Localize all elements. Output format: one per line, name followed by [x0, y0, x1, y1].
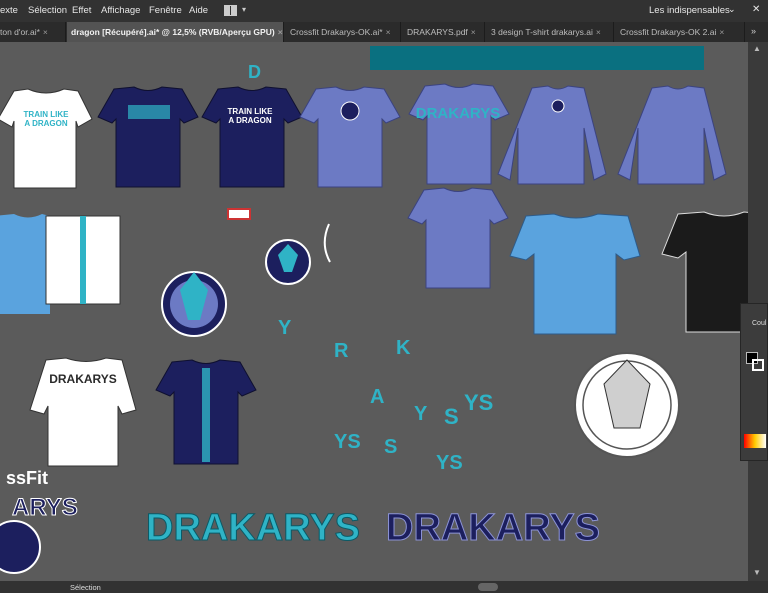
crossfit-logo-partial: ssFit ARYS [0, 468, 78, 574]
color-panel[interactable]: Coul [740, 303, 768, 461]
letter-d: D [248, 62, 261, 82]
stroke-swatch[interactable] [752, 359, 764, 371]
tabs-overflow-icon[interactable]: » [751, 26, 756, 36]
tab-3-design[interactable]: 3 design T-shirt drakarys.ai × [486, 22, 614, 42]
tshirt-white-train [0, 88, 93, 189]
shorts-white [45, 215, 121, 305]
tab-label: Crossfit Drakarys-OK.ai* [290, 27, 383, 37]
menu-aide[interactable]: Aide [189, 5, 208, 16]
tshirt-periwinkle-badge [299, 86, 401, 188]
menu-effet[interactable]: Effet [72, 5, 91, 16]
letter-a: A [370, 386, 384, 408]
close-icon[interactable]: × [719, 27, 724, 37]
scroll-down-icon[interactable]: ▼ [753, 568, 761, 577]
drakarys-white-shirt: DRAKARYS [49, 372, 117, 386]
tab-ton-dor[interactable]: ton d'or.ai* × [0, 22, 66, 42]
letters-ys-1: YS [464, 390, 493, 415]
dragon-badge-small [265, 239, 311, 285]
chevron-down-icon[interactable]: ▾ [242, 5, 246, 14]
train-text-1: TRAIN LIKE [24, 110, 70, 119]
dragon-line-badge [574, 352, 680, 458]
tab-label: Crossfit Drakarys-OK 2.ai [620, 27, 717, 37]
longsleeve-sleeve-print [617, 85, 727, 185]
scattered-letters: Y R K A Y S YS YS S YS [278, 317, 493, 474]
tab-label: dragon [Récupéré].ai* @ 12,5% (RVB/Aperç… [71, 27, 275, 37]
selected-small-rect [227, 208, 251, 220]
tshirt-sky-plain [509, 213, 641, 335]
tshirt-black [661, 211, 748, 333]
status-tool: Sélection [70, 583, 101, 592]
tshirt-navy-vertical [155, 359, 257, 465]
drakarys-arc-text: DRAKARYS [416, 105, 500, 122]
tab-label: DRAKARYS.pdf [407, 27, 468, 37]
workspace-chevron-icon[interactable]: ⌄ [728, 4, 736, 15]
document-tab-bar: ton d'or.ai* × dragon [Récupéré].ai* @ 12… [0, 22, 768, 42]
letter-y-2: Y [414, 403, 428, 425]
tab-label: ton d'or.ai* [0, 27, 40, 37]
status-bar: Sélection [0, 581, 768, 593]
tab-dragon[interactable]: dragon [Récupéré].ai* @ 12,5% (RVB/Aperç… [67, 22, 284, 42]
drakarys-teal: DRAKARYS [146, 507, 360, 549]
letters-ys-3: YS [436, 452, 463, 474]
close-icon[interactable]: × [278, 27, 283, 37]
letter-r: R [334, 340, 349, 362]
tshirt-navy-logo [97, 86, 199, 188]
train-text-navy-1: TRAIN LIKE [228, 107, 274, 116]
close-icon[interactable]: × [43, 27, 48, 37]
letter-y-1: Y [278, 317, 292, 339]
close-icon[interactable]: × [471, 27, 476, 37]
tshirt-navy-train [201, 86, 303, 188]
close-icon[interactable]: × [596, 27, 601, 37]
dragon-badge-large [161, 271, 227, 337]
train-text-2: A DRAGON [24, 119, 67, 128]
drakarys-navy: DRAKARYS [386, 507, 600, 549]
arys-text: ARYS [12, 494, 78, 521]
tab-crossfit-ok2[interactable]: Crossfit Drakarys-OK 2.ai × [615, 22, 745, 42]
longsleeve-badge [497, 85, 607, 185]
menu-fenetre[interactable]: Fenêtre [149, 5, 182, 16]
menu-selection[interactable]: Sélection [28, 5, 67, 16]
tab-crossfit-drakarys[interactable]: Crossfit Drakarys-OK.ai* × [285, 22, 401, 42]
letter-s-2: S [384, 436, 397, 458]
hscroll-thumb[interactable] [478, 583, 498, 591]
canvas-artwork: TRAIN LIKE A DRAGON TRAIN LIKE A DRAGON … [0, 46, 748, 574]
menu-bar: exte Sélection Effet Affichage Fenêtre A… [0, 0, 768, 22]
letter-s-1: S [444, 404, 459, 429]
tshirt-periwinkle-plain [407, 187, 509, 289]
panel-title: Coul [752, 320, 767, 327]
arrange-documents-icon[interactable] [224, 5, 237, 16]
tab-drakarys-pdf[interactable]: DRAKARYS.pdf × [402, 22, 485, 42]
window-close-icon[interactable]: ✕ [752, 4, 760, 15]
tab-label: 3 design T-shirt drakarys.ai [491, 27, 593, 37]
tshirt-periwinkle-drakarys [408, 83, 510, 185]
teal-banner-rect [370, 46, 704, 70]
scroll-up-icon[interactable]: ▲ [753, 44, 761, 53]
train-text-navy-2: A DRAGON [228, 116, 271, 125]
menu-affichage[interactable]: Affichage [101, 5, 140, 16]
letter-k: K [396, 337, 411, 359]
tshirt-sky-partial [0, 214, 50, 314]
crossfit-text: ssFit [6, 468, 48, 488]
letters-ys-2: YS [334, 431, 361, 453]
workspace-switcher[interactable]: Les indispensables [649, 5, 730, 16]
close-icon[interactable]: × [386, 27, 391, 37]
color-spectrum[interactable] [744, 434, 766, 448]
menu-texte[interactable]: exte [0, 5, 18, 16]
artboard-canvas[interactable]: TRAIN LIKE A DRAGON TRAIN LIKE A DRAGON … [0, 42, 748, 581]
curve-stroke [323, 223, 331, 263]
